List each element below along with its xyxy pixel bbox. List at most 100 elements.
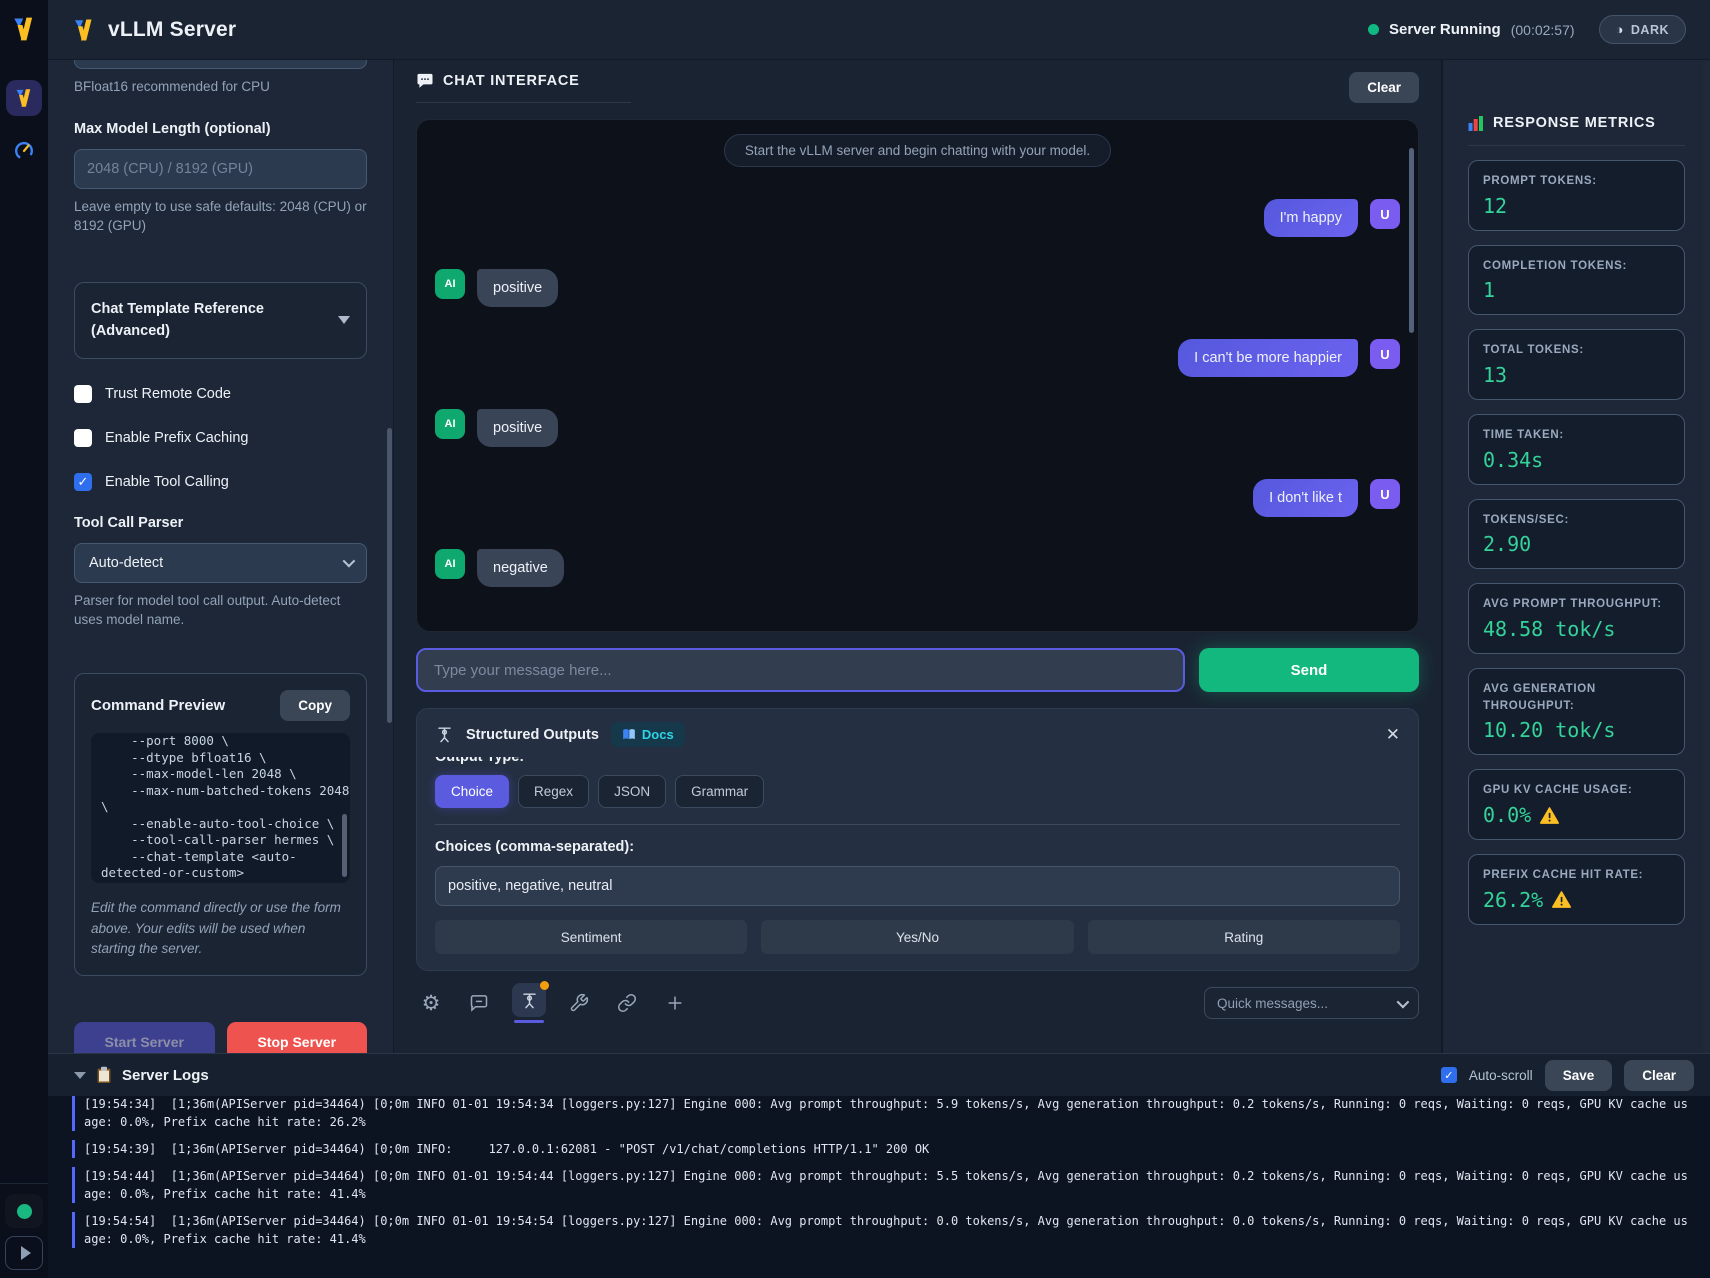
metric-label: TOKENS/SEC: <box>1483 512 1670 529</box>
message-icon[interactable] <box>464 988 494 1018</box>
book-icon <box>622 728 636 741</box>
chat-scrollbar[interactable] <box>1409 148 1414 333</box>
chat-message-user: I don't like t U <box>435 479 1400 517</box>
chat-message-user: I can't be more happier U <box>435 339 1400 377</box>
log-line: [19:54:44] [1;36m(APIServer pid=34464) [… <box>72 1167 1694 1203</box>
preset-yesno-button[interactable]: Yes/No <box>761 920 1073 954</box>
chat-message-ai: AI positive <box>435 409 1400 447</box>
green-status-icon <box>17 1204 32 1219</box>
output-type-regex[interactable]: Regex <box>518 775 589 808</box>
preset-rating-button[interactable]: Rating <box>1088 920 1400 954</box>
choices-input[interactable] <box>435 866 1400 906</box>
server-status-label: Server Running <box>1389 21 1501 38</box>
tool-call-parser-label: Tool Call Parser <box>74 515 367 531</box>
chat-messages-area[interactable]: Start the vLLM server and begin chatting… <box>416 119 1419 632</box>
play-button[interactable] <box>5 1236 43 1270</box>
structured-output-toggle[interactable] <box>512 983 546 1023</box>
output-type-json[interactable]: JSON <box>598 775 666 808</box>
config-panel-scrollbar[interactable] <box>387 428 392 723</box>
server-buttons-row: Start Server Stop Server <box>74 1022 367 1053</box>
docs-button[interactable]: Docs <box>611 722 685 747</box>
chat-template-reference-label: Chat Template Reference (Advanced) <box>91 298 328 343</box>
chat-template-reference-toggle[interactable]: Chat Template Reference (Advanced) <box>74 282 367 359</box>
chat-message-input[interactable] <box>416 648 1185 692</box>
chat-message-ai: AI negative <box>435 549 1400 587</box>
message-bubble: negative <box>477 549 564 587</box>
logs-save-button[interactable]: Save <box>1545 1060 1613 1091</box>
left-rail <box>0 0 48 1278</box>
log-line: [19:54:34] [1;36m(APIServer pid=34464) [… <box>72 1096 1694 1131</box>
close-icon[interactable]: ✕ <box>1386 725 1400 745</box>
metric-card-prefix-cache-hit: PREFIX CACHE HIT RATE: 26.2% <box>1468 854 1685 925</box>
tool-call-parser-select[interactable]: Auto-detect <box>74 543 367 583</box>
checkbox-unchecked-icon <box>74 429 92 447</box>
trust-remote-code-checkbox[interactable]: Trust Remote Code <box>74 385 367 403</box>
autoscroll-checkbox[interactable]: ✓ <box>1441 1067 1457 1083</box>
max-model-length-help: Leave empty to use safe defaults: 2048 (… <box>74 198 367 236</box>
rail-bottom <box>0 1183 48 1270</box>
enable-tool-calling-checkbox[interactable]: ✓ Enable Tool Calling <box>74 473 367 491</box>
vllm-icon <box>14 88 34 108</box>
clipboard-icon <box>96 1066 112 1084</box>
chat-clear-button[interactable]: Clear <box>1349 72 1419 103</box>
metric-label: AVG PROMPT THROUGHPUT: <box>1483 596 1670 613</box>
logs-controls: ✓ Auto-scroll Save Clear <box>1441 1060 1694 1091</box>
preset-sentiment-button[interactable]: Sentiment <box>435 920 747 954</box>
command-preview-code[interactable]: --port 8000 \ --dtype bfloat16 \ --max-m… <box>91 733 350 883</box>
status-indicator-button[interactable] <box>5 1194 43 1228</box>
metric-value: 10.20 tok/s <box>1483 718 1670 742</box>
chat-section-title: CHAT INTERFACE <box>443 73 580 89</box>
message-bubble: I'm happy <box>1264 199 1358 237</box>
app-root: vLLM Server Server Running (00:02:57) ◑ … <box>0 0 1710 1278</box>
metric-label: PROMPT TOKENS: <box>1483 173 1670 190</box>
code-scrollbar[interactable] <box>342 814 347 877</box>
dtype-select-clipped[interactable] <box>74 60 367 69</box>
choice-presets-row: Sentiment Yes/No Rating <box>435 920 1400 954</box>
add-icon[interactable] <box>660 988 690 1018</box>
docs-label: Docs <box>642 727 674 742</box>
chevron-down-icon <box>338 316 350 324</box>
enable-prefix-caching-checkbox[interactable]: Enable Prefix Caching <box>74 429 367 447</box>
server-logs-output[interactable]: [19:54:34] [1;36m(APIServer pid=34464) [… <box>48 1096 1710 1278</box>
user-avatar: U <box>1370 479 1400 509</box>
collapse-triangle-icon[interactable] <box>74 1072 86 1079</box>
metric-card-total-tokens: TOTAL TOKENS: 13 <box>1468 329 1685 400</box>
log-line: [19:54:39] [1;36m(APIServer pid=34464) [… <box>72 1140 1694 1158</box>
start-server-button[interactable]: Start Server <box>74 1022 215 1053</box>
settings-icon[interactable]: ⚙ <box>416 988 446 1018</box>
rail-item-metrics[interactable] <box>6 132 42 168</box>
chat-header: CHAT INTERFACE Clear <box>416 72 1419 103</box>
autoscroll-label: Auto-scroll <box>1469 1068 1533 1083</box>
output-type-row: Choice Regex JSON Grammar <box>435 775 1400 808</box>
user-avatar: U <box>1370 199 1400 229</box>
metric-label: COMPLETION TOKENS: <box>1483 258 1670 275</box>
send-button[interactable]: Send <box>1199 648 1419 692</box>
theme-toggle-button[interactable]: ◑ DARK <box>1599 15 1686 44</box>
chat-bubble-icon <box>416 72 434 90</box>
chat-empty-hint: Start the vLLM server and begin chatting… <box>724 134 1111 167</box>
metrics-header: RESPONSE METRICS <box>1468 115 1685 146</box>
quick-messages-select[interactable]: Quick messages... <box>1204 987 1419 1019</box>
server-status-dot-icon <box>1368 24 1379 35</box>
metric-label: AVG GENERATION THROUGHPUT: <box>1483 681 1670 714</box>
link-icon[interactable] <box>612 988 642 1018</box>
brand: vLLM Server <box>72 18 236 42</box>
structured-output-icon[interactable] <box>512 983 546 1017</box>
ai-avatar: AI <box>435 409 465 439</box>
metric-value: 0.34s <box>1483 448 1670 472</box>
metric-value: 0.0% <box>1483 803 1670 827</box>
stop-server-button[interactable]: Stop Server <box>227 1022 368 1053</box>
server-logs-panel: Server Logs ✓ Auto-scroll Save Clear [19… <box>48 1053 1710 1278</box>
logs-clear-button[interactable]: Clear <box>1624 1060 1694 1091</box>
output-type-grammar[interactable]: Grammar <box>675 775 764 808</box>
ai-avatar: AI <box>435 549 465 579</box>
max-model-length-input[interactable] <box>74 149 367 189</box>
wrench-icon[interactable] <box>564 988 594 1018</box>
chat-column: CHAT INTERFACE Clear Start the vLLM serv… <box>394 60 1442 1053</box>
output-type-choice[interactable]: Choice <box>435 775 509 808</box>
copy-button[interactable]: Copy <box>280 690 350 721</box>
bar-chart-icon <box>1468 115 1484 131</box>
active-tab-indicator <box>514 1020 544 1023</box>
quick-messages-placeholder: Quick messages... <box>1217 996 1328 1011</box>
rail-item-server[interactable] <box>6 80 42 116</box>
